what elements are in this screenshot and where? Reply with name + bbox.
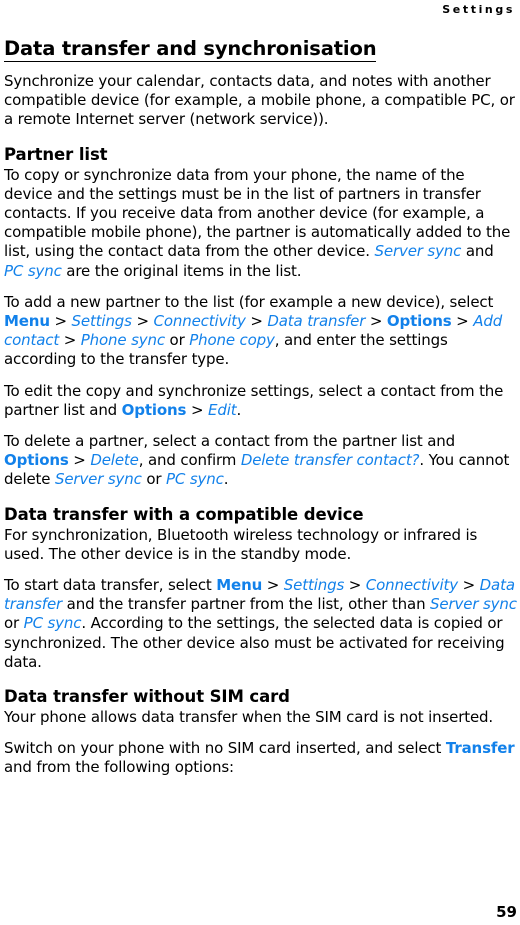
partner-list-paragraph-1: To copy or synchronize data from your ph… [4,166,517,281]
running-head: Settings [442,3,515,16]
ui-reference-options: Options [121,400,187,419]
text-run: or [164,331,190,350]
path-separator: > [59,331,81,350]
text-run: To start data transfer, select [4,576,217,595]
text-run: . [223,470,229,489]
path-separator: > [49,312,72,331]
page-number: 59 [496,903,517,921]
ui-reference-edit: Edit [208,400,237,419]
document-page: Settings Data transfer and synchronisati… [0,0,520,925]
text-run: To add a new partner to the list (for ex… [4,292,494,311]
ui-reference-options: Options [4,451,69,470]
ui-reference-pc-sync: PC sync [4,261,62,280]
ui-reference-connectivity: Connectivity [365,576,458,595]
path-separator: > [245,312,268,331]
ui-reference-server-sync: Server sync [54,470,142,489]
ui-reference-delete: Delete [90,451,139,470]
text-run: or [4,614,24,633]
text-run: , and confirm [138,451,241,470]
section-heading-compatible-device: Data transfer with a compatible device [4,504,364,524]
text-run: and from the following options: [4,758,234,777]
ui-reference-settings: Settings [283,576,345,595]
ui-reference-connectivity: Connectivity [153,312,246,331]
compatible-device-paragraph-2: To start data transfer, select Menu > Se… [4,576,517,672]
path-separator: > [68,451,91,470]
ui-reference-pc-sync: PC sync [23,614,82,633]
text-run: Switch on your phone with no SIM card in… [4,739,446,758]
partner-list-paragraph-3: To edit the copy and synchronize setting… [4,382,517,420]
ui-reference-menu: Menu [4,312,50,331]
page-title: Data transfer and synchronisation [4,37,377,62]
path-separator: > [186,400,208,419]
compatible-device-paragraph-1: For synchronization, Bluetooth wireless … [4,525,478,563]
path-separator: > [451,312,474,331]
ui-reference-delete-transfer-contact-prompt: Delete transfer contact? [240,451,420,470]
path-separator: > [344,576,366,595]
ui-reference-data-transfer: Data transfer [267,312,366,331]
ui-reference-server-sync: Server sync [430,595,517,614]
ui-reference-transfer: Transfer [445,739,515,758]
text-run: and the transfer partner from the list, … [62,595,431,614]
text-run: To edit the copy and synchronize setting… [4,381,504,419]
page-title-wrapper: Data transfer and synchronisation [4,17,517,65]
text-run: or [141,470,167,489]
ui-reference-options: Options [386,312,452,331]
without-sim-paragraph-2: Switch on your phone with no SIM card in… [4,739,517,777]
text-run: To delete a partner, select a contact fr… [4,432,456,451]
partner-list-paragraph-2: To add a new partner to the list (for ex… [4,293,517,370]
section-heading-without-sim: Data transfer without SIM card [4,687,290,707]
ui-reference-pc-sync: PC sync [166,470,224,489]
path-separator: > [262,576,284,595]
intro-paragraph: Synchronize your calendar, contacts data… [4,72,515,129]
text-run: are the original items in the list. [61,261,302,280]
partner-list-paragraph-4: To delete a partner, select a contact fr… [4,432,517,490]
path-separator: > [457,576,480,595]
ui-reference-phone-sync: Phone sync [80,331,165,350]
text-run: and [461,242,494,261]
without-sim-paragraph-1: Your phone allows data transfer when the… [4,708,494,727]
ui-reference-server-sync: Server sync [374,242,462,261]
section-heading-partner-list: Partner list [4,144,108,164]
ui-reference-menu: Menu [216,576,263,595]
path-separator: > [131,312,154,331]
text-run: . [236,400,242,419]
path-separator: > [365,312,387,331]
ui-reference-phone-copy: Phone copy [189,331,275,350]
ui-reference-settings: Settings [71,312,132,331]
